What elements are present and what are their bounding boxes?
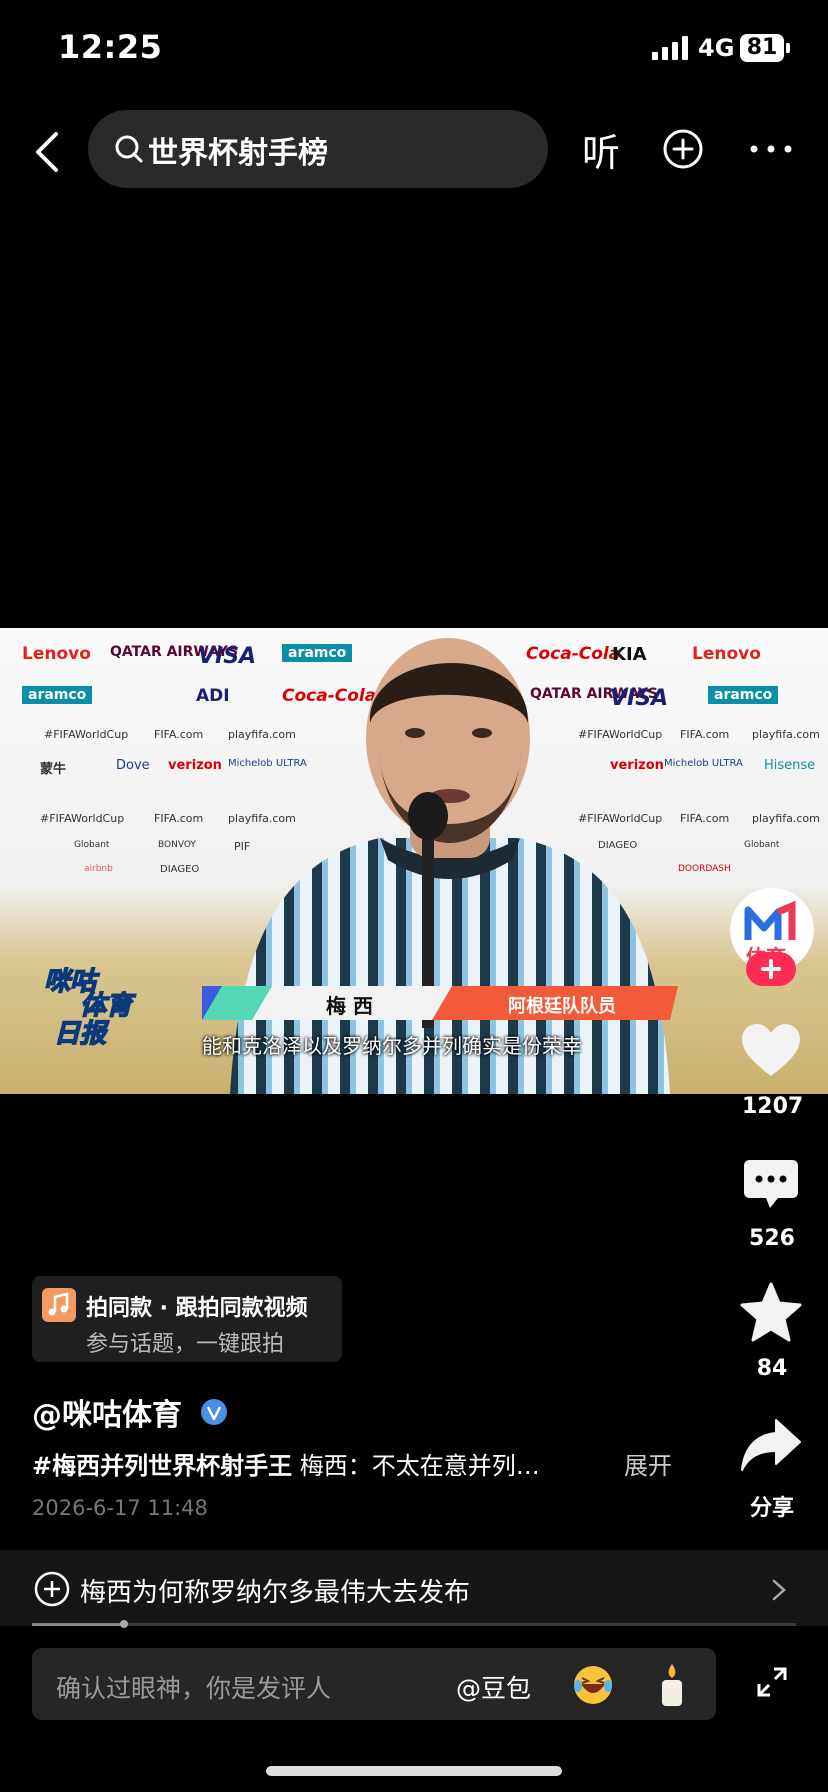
sponsor-text: #FIFAWorldCup xyxy=(44,728,129,741)
back-button[interactable] xyxy=(28,124,68,180)
template-subtitle: 参与话题，一键跟拍 xyxy=(86,1332,285,1357)
comment-icon[interactable] xyxy=(742,1158,800,1210)
sponsor-logo: Lenovo xyxy=(22,644,91,664)
battery-icon: 81 xyxy=(740,34,784,62)
sponsor-text: 蒙牛 xyxy=(40,762,67,777)
svg-text:体育: 体育 xyxy=(80,991,136,1021)
heart-icon[interactable] xyxy=(740,1022,802,1078)
follow-plus-button[interactable] xyxy=(746,952,796,986)
video-progress-track[interactable] xyxy=(32,1623,796,1626)
sponsor-text: Dove xyxy=(116,758,150,773)
svg-text:日报: 日报 xyxy=(54,1019,110,1049)
speaker-figure xyxy=(230,638,670,1094)
favorite-count: 84 xyxy=(756,1356,788,1381)
author-name[interactable]: @咪咕体育 xyxy=(32,1390,182,1434)
related-topic-text: 梅西为何称罗纳尔多最伟大去发布 xyxy=(80,1578,471,1608)
sponsor-logo: Lenovo xyxy=(692,644,761,664)
sponsor-text: FIFA.com xyxy=(154,728,204,741)
caption-text: 梅西：不太在意并列… xyxy=(292,1452,540,1480)
channel-logo: 咪咕 体育 日报 xyxy=(43,966,137,1050)
battery-tip xyxy=(786,43,790,53)
search-icon xyxy=(115,135,143,163)
sponsor-text: #FIFAWorldCup xyxy=(40,812,125,825)
sponsor-logo: aramco xyxy=(708,686,779,704)
sponsor-text: Hisense xyxy=(764,758,816,773)
post-date: 2026-6-17 11:48 xyxy=(32,1496,208,1520)
expand-button[interactable]: 展开 xyxy=(624,1446,672,1481)
star-icon[interactable] xyxy=(740,1282,802,1342)
home-indicator xyxy=(266,1766,562,1776)
template-title: 拍同款 · 跟拍同款视频 xyxy=(86,1296,308,1321)
sponsor-text: DIAGEO xyxy=(160,864,200,875)
sponsor-text: playfifa.com xyxy=(752,728,820,741)
chevron-right-icon xyxy=(772,1579,786,1601)
laughing-emoji-icon[interactable] xyxy=(572,1664,614,1706)
sponsor-text: Globant xyxy=(744,840,780,850)
like-count: 1207 xyxy=(742,1094,804,1119)
mention-button[interactable]: @豆包 xyxy=(456,1669,531,1705)
sponsor-text: FIFA.com xyxy=(154,812,204,825)
sponsor-text: BONVOY xyxy=(158,840,196,850)
music-note-icon xyxy=(42,1288,76,1322)
video-subtitle: 能和克洛泽以及罗纳尔多并列确实是份荣幸 xyxy=(202,1034,582,1058)
share-label: 分享 xyxy=(749,1496,794,1521)
search-query[interactable]: 世界杯射手榜 xyxy=(148,128,328,172)
comment-placeholder[interactable]: 确认过眼神，你是发评人 xyxy=(56,1669,331,1705)
speaker-team: 阿根廷队队员 xyxy=(508,996,616,1017)
sponsor-text: Globant xyxy=(74,840,110,850)
post-hashtag[interactable]: #梅西并列世界杯射手王 xyxy=(32,1452,292,1480)
fullscreen-icon[interactable] xyxy=(756,1666,788,1698)
add-circle-icon[interactable] xyxy=(662,128,704,170)
status-time: 12:25 xyxy=(58,28,163,66)
sponsor-text: playfifa.com xyxy=(752,812,820,825)
network-type: 4G xyxy=(698,34,735,62)
sponsor-text: airbnb xyxy=(84,864,113,874)
candle-icon[interactable] xyxy=(656,1662,688,1708)
add-circle-icon xyxy=(34,1571,70,1607)
signal-icon xyxy=(652,36,688,60)
video-progress-fill xyxy=(32,1623,124,1626)
share-icon[interactable] xyxy=(740,1418,802,1474)
comment-count: 526 xyxy=(749,1226,795,1251)
listen-button[interactable]: 听 xyxy=(582,122,620,177)
verified-badge-icon xyxy=(201,1399,227,1425)
post-caption: #梅西并列世界杯射手王 梅西：不太在意并列… xyxy=(32,1446,540,1481)
more-icon[interactable] xyxy=(748,140,794,158)
sponsor-logo: aramco xyxy=(22,686,93,704)
speaker-name: 梅 西 xyxy=(326,994,373,1018)
video-progress-handle[interactable] xyxy=(119,1620,128,1628)
